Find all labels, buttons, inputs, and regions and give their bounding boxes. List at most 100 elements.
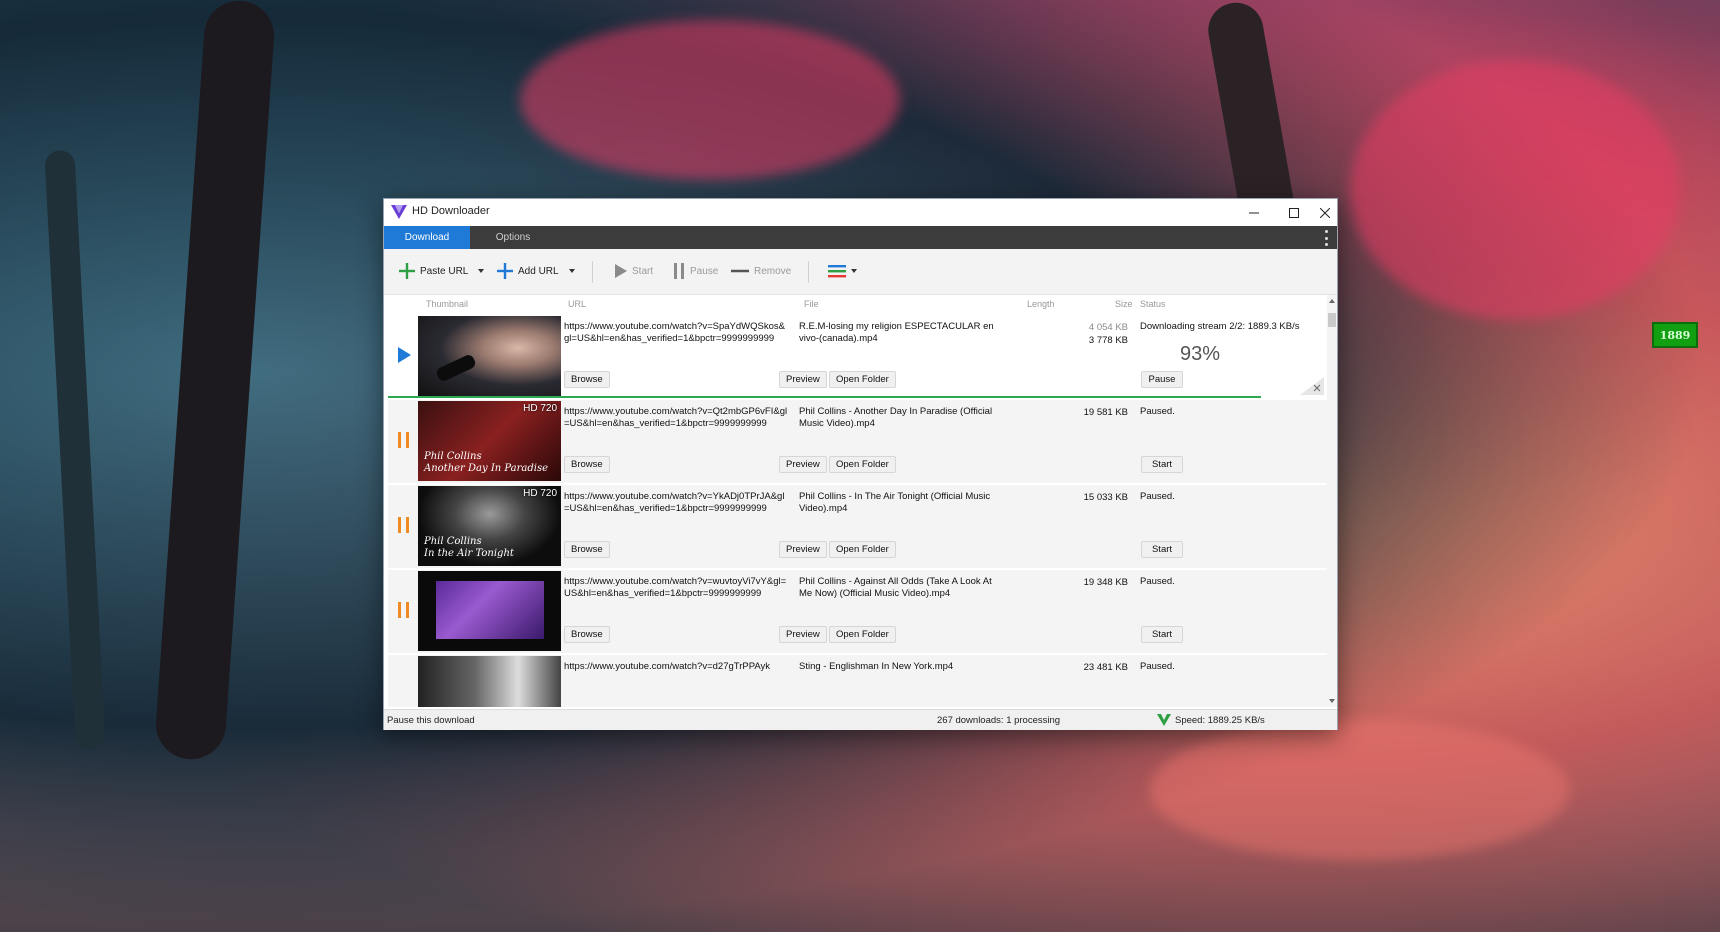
add-url-label: Add URL xyxy=(518,265,559,277)
start-row-button[interactable]: Start xyxy=(1141,541,1183,558)
app-window: HD Downloader Download Options Paste URL… xyxy=(383,198,1338,730)
chevron-down-icon[interactable] xyxy=(478,269,485,273)
column-url[interactable]: URL xyxy=(568,299,586,309)
row-file: Phil Collins - In The Air Tonight (Offic… xyxy=(799,491,991,514)
scroll-down-icon[interactable] xyxy=(1329,699,1335,703)
close-icon xyxy=(1320,207,1330,218)
browse-button[interactable]: Browse xyxy=(564,626,610,643)
background-tree-trunk xyxy=(153,0,277,762)
start-button[interactable]: Start xyxy=(614,261,653,281)
thumbnail-caption: Phil Collins Another Day In Paradise xyxy=(424,451,549,474)
open-folder-button[interactable]: Open Folder xyxy=(829,626,896,643)
add-url-button[interactable]: Add URL xyxy=(496,261,575,281)
remove-button[interactable]: Remove xyxy=(730,261,791,281)
start-row-button[interactable]: Start xyxy=(1141,456,1183,473)
column-thumbnail[interactable]: Thumbnail xyxy=(426,299,468,309)
table-row[interactable]: https://www.youtube.com/watch?v=wuvtoyVi… xyxy=(388,570,1327,655)
table-row[interactable]: https://www.youtube.com/watch?v=d27gTrPP… xyxy=(388,655,1327,707)
table-row[interactable]: HD 720 Phil Collins Another Day In Parad… xyxy=(388,400,1327,485)
pause-label: Pause xyxy=(690,265,719,277)
plus-icon xyxy=(497,263,513,279)
paste-url-label: Paste URL xyxy=(420,265,469,277)
browse-button[interactable]: Browse xyxy=(564,541,610,558)
paste-url-button[interactable]: Paste URL xyxy=(398,261,485,281)
minimize-icon xyxy=(1249,212,1259,213)
video-thumbnail xyxy=(418,571,561,651)
table-row[interactable]: HD 720 Phil Collins In the Air Tonight h… xyxy=(388,485,1327,570)
column-header: Thumbnail URL File Length Size Status xyxy=(384,295,1327,315)
preview-button[interactable]: Preview xyxy=(779,626,827,643)
open-folder-button[interactable]: Open Folder xyxy=(829,371,896,388)
preview-button[interactable]: Preview xyxy=(779,541,827,558)
background-tree-trunk xyxy=(44,149,106,751)
column-length[interactable]: Length xyxy=(1027,299,1055,309)
chevron-down-icon[interactable] xyxy=(568,269,575,273)
row-status: Paused. xyxy=(1140,576,1175,587)
more-options-icon[interactable] xyxy=(1325,230,1329,246)
list-options-button[interactable] xyxy=(828,261,857,281)
desktop-speed-badge: 1889 xyxy=(1652,322,1698,348)
row-url: https://www.youtube.com/watch?v=YkADj0TP… xyxy=(564,491,785,514)
close-button[interactable] xyxy=(1314,199,1336,226)
speed-arrow-icon xyxy=(1157,714,1171,726)
minimize-button[interactable] xyxy=(1234,199,1274,226)
row-size: 4 054 KB 3 778 KB xyxy=(1048,321,1128,347)
vertical-scrollbar[interactable] xyxy=(1327,295,1337,707)
video-thumbnail: HD 720 Phil Collins Another Day In Parad… xyxy=(418,401,561,481)
background-foliage xyxy=(520,20,900,180)
status-hint: Pause this download xyxy=(387,715,475,726)
preview-button[interactable]: Preview xyxy=(779,371,827,388)
window-title: HD Downloader xyxy=(412,205,490,217)
column-file[interactable]: File xyxy=(804,299,819,309)
start-label: Start xyxy=(632,265,654,277)
tab-download[interactable]: Download xyxy=(384,226,470,249)
row-size: 19 581 KB xyxy=(1083,407,1128,418)
maximize-button[interactable] xyxy=(1274,199,1314,226)
open-folder-button[interactable]: Open Folder xyxy=(829,541,896,558)
remove-label: Remove xyxy=(754,265,792,277)
status-bar: Pause this download 267 downloads: 1 pro… xyxy=(384,709,1337,730)
row-url: https://www.youtube.com/watch?v=Qt2mbGP6… xyxy=(564,406,788,429)
progress-percent: 93% xyxy=(1180,343,1221,365)
row-size: 15 033 KB xyxy=(1083,492,1128,503)
column-status[interactable]: Status xyxy=(1140,299,1166,309)
browse-button[interactable]: Browse xyxy=(564,371,610,388)
row-size: 19 348 KB xyxy=(1083,577,1128,588)
row-url: https://www.youtube.com/watch?v=d27gTrPP… xyxy=(564,661,771,672)
download-speed: Speed: 1889.25 KB/s xyxy=(1175,715,1265,726)
pause-row-button[interactable]: Pause xyxy=(1141,371,1183,388)
pause-icon[interactable] xyxy=(395,515,413,535)
row-file: R.E.M-losing my religion ESPECTACULAR en… xyxy=(799,321,994,344)
play-icon[interactable] xyxy=(395,345,413,365)
column-size[interactable]: Size xyxy=(1115,299,1133,309)
browse-button[interactable]: Browse xyxy=(564,456,610,473)
video-thumbnail: HD 720 Phil Collins In the Air Tonight xyxy=(418,486,561,566)
minus-icon xyxy=(731,269,749,273)
background-foliage xyxy=(1350,60,1680,320)
start-row-button[interactable]: Start xyxy=(1141,626,1183,643)
title-bar[interactable]: HD Downloader xyxy=(384,199,1337,226)
scroll-thumb[interactable] xyxy=(1328,313,1336,327)
download-count: 267 downloads: 1 processing xyxy=(937,715,1061,726)
pause-icon[interactable] xyxy=(395,600,413,620)
download-list: https://www.youtube.com/watch?v=SpaYdWQS… xyxy=(388,315,1327,707)
list-colors-icon xyxy=(828,265,846,278)
row-status: Paused. xyxy=(1140,491,1175,502)
preview-button[interactable]: Preview xyxy=(779,456,827,473)
row-file: Phil Collins - Another Day In Paradise (… xyxy=(799,406,993,429)
toolbar-divider xyxy=(592,261,593,283)
table-row[interactable]: https://www.youtube.com/watch?v=SpaYdWQS… xyxy=(388,315,1327,400)
pause-icon[interactable] xyxy=(395,430,413,450)
background-foliage xyxy=(1150,720,1570,860)
row-file: Phil Collins - Against All Odds (Take A … xyxy=(799,576,992,599)
video-thumbnail xyxy=(418,656,561,707)
hd-badge: HD 720 xyxy=(523,403,557,414)
pause-icon xyxy=(674,263,684,279)
open-folder-button[interactable]: Open Folder xyxy=(829,456,896,473)
tab-options[interactable]: Options xyxy=(470,226,556,249)
scroll-up-icon[interactable] xyxy=(1329,299,1335,303)
app-logo-icon xyxy=(391,205,407,219)
pause-button[interactable]: Pause xyxy=(672,261,718,281)
remove-row-icon[interactable] xyxy=(1300,377,1324,395)
chevron-down-icon[interactable] xyxy=(851,269,857,273)
